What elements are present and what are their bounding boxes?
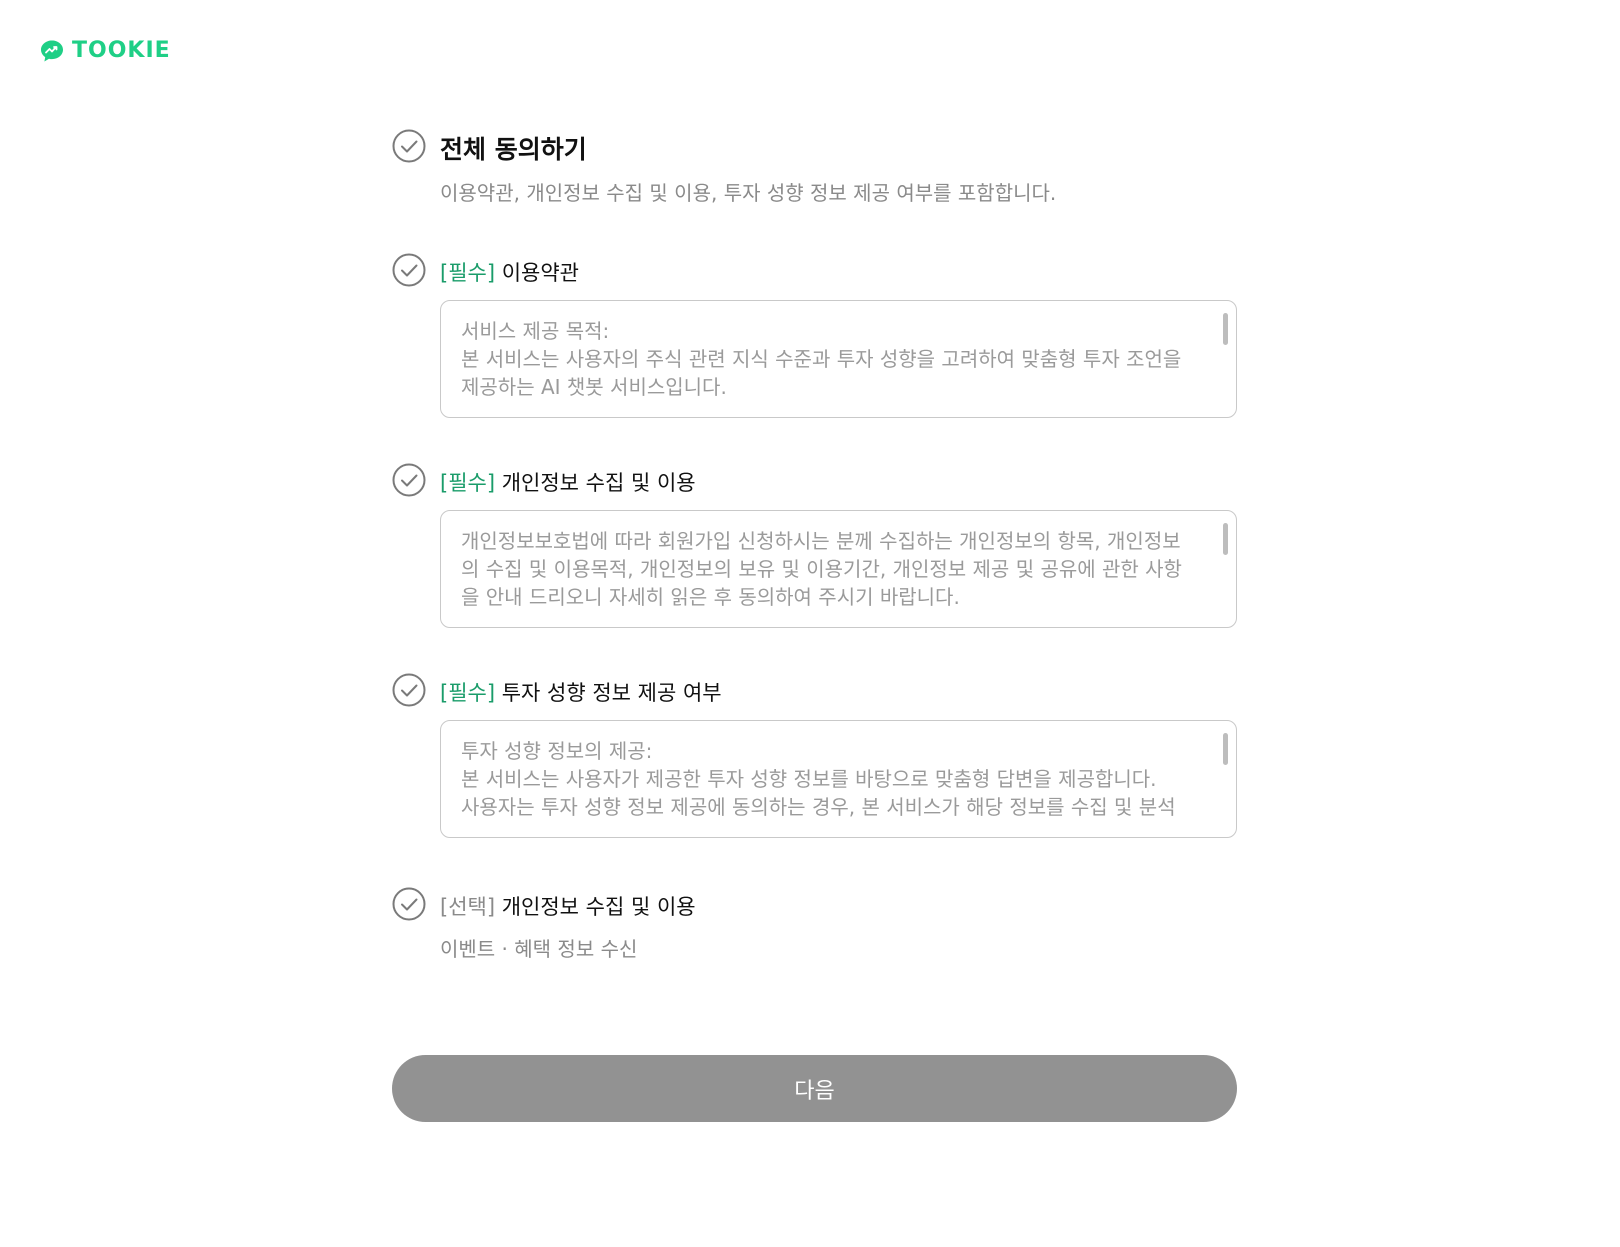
terms-agreement-page: TOOKIE 전체 동의하기 이용약관, 개인정보 수집 및 이용, 투자 성향… <box>0 0 1620 1247</box>
privacy-collection-title: [필수] 개인정보 수집 및 이용 <box>440 467 696 497</box>
chat-bubble-chart-icon <box>41 40 63 61</box>
optional-tag: [선택] <box>440 895 496 919</box>
check-circle-icon <box>392 673 426 707</box>
optional-privacy-title: [선택] 개인정보 수집 및 이용 <box>440 891 696 921</box>
agree-all-description: 이용약관, 개인정보 수집 및 이용, 투자 성향 정보 제공 여부를 포함합니… <box>440 181 1057 205</box>
terms-of-use-checkbox[interactable] <box>392 253 426 287</box>
scrollbar[interactable] <box>1223 733 1228 765</box>
terms-of-use-title: [필수] 이용약관 <box>440 257 579 287</box>
optional-privacy-checkbox[interactable] <box>392 887 426 921</box>
check-circle-icon <box>392 253 426 287</box>
investment-profile-content: 투자 성향 정보의 제공: 본 서비스는 사용자가 제공한 투자 성향 정보를 … <box>461 739 1176 819</box>
agree-all-title: 전체 동의하기 <box>440 135 587 164</box>
privacy-collection-content-box[interactable]: 개인정보보호법에 따라 회원가입 신청하시는 분께 수집하는 개인정보의 항목,… <box>440 510 1237 628</box>
optional-privacy-description: 이벤트 · 혜택 정보 수신 <box>440 937 638 961</box>
check-circle-icon <box>392 463 426 497</box>
scrollbar[interactable] <box>1223 313 1228 345</box>
terms-of-use-content: 서비스 제공 목적: 본 서비스는 사용자의 주식 관련 지식 수준과 투자 성… <box>461 319 1182 399</box>
logo[interactable]: TOOKIE <box>40 38 171 63</box>
agree-all-checkbox[interactable] <box>392 129 426 163</box>
investment-profile-content-box[interactable]: 투자 성향 정보의 제공: 본 서비스는 사용자가 제공한 투자 성향 정보를 … <box>440 720 1237 838</box>
investment-profile-checkbox[interactable] <box>392 673 426 707</box>
required-tag: [필수] <box>440 261 496 285</box>
required-tag: [필수] <box>440 471 496 495</box>
optional-privacy-label: 개인정보 수집 및 이용 <box>501 895 696 919</box>
terms-of-use-label: 이용약관 <box>501 261 579 285</box>
required-tag: [필수] <box>440 681 496 705</box>
investment-profile-label: 투자 성향 정보 제공 여부 <box>501 681 722 705</box>
brand-name: TOOKIE <box>72 38 171 63</box>
privacy-collection-label: 개인정보 수집 및 이용 <box>501 471 696 495</box>
privacy-collection-checkbox[interactable] <box>392 463 426 497</box>
investment-profile-title: [필수] 투자 성향 정보 제공 여부 <box>440 677 722 707</box>
next-button[interactable]: 다음 <box>392 1055 1237 1122</box>
privacy-collection-content: 개인정보보호법에 따라 회원가입 신청하시는 분께 수집하는 개인정보의 항목,… <box>461 529 1182 609</box>
scrollbar[interactable] <box>1223 523 1228 555</box>
terms-of-use-content-box[interactable]: 서비스 제공 목적: 본 서비스는 사용자의 주식 관련 지식 수준과 투자 성… <box>440 300 1237 418</box>
check-circle-icon <box>392 887 426 921</box>
check-circle-icon <box>392 129 426 163</box>
